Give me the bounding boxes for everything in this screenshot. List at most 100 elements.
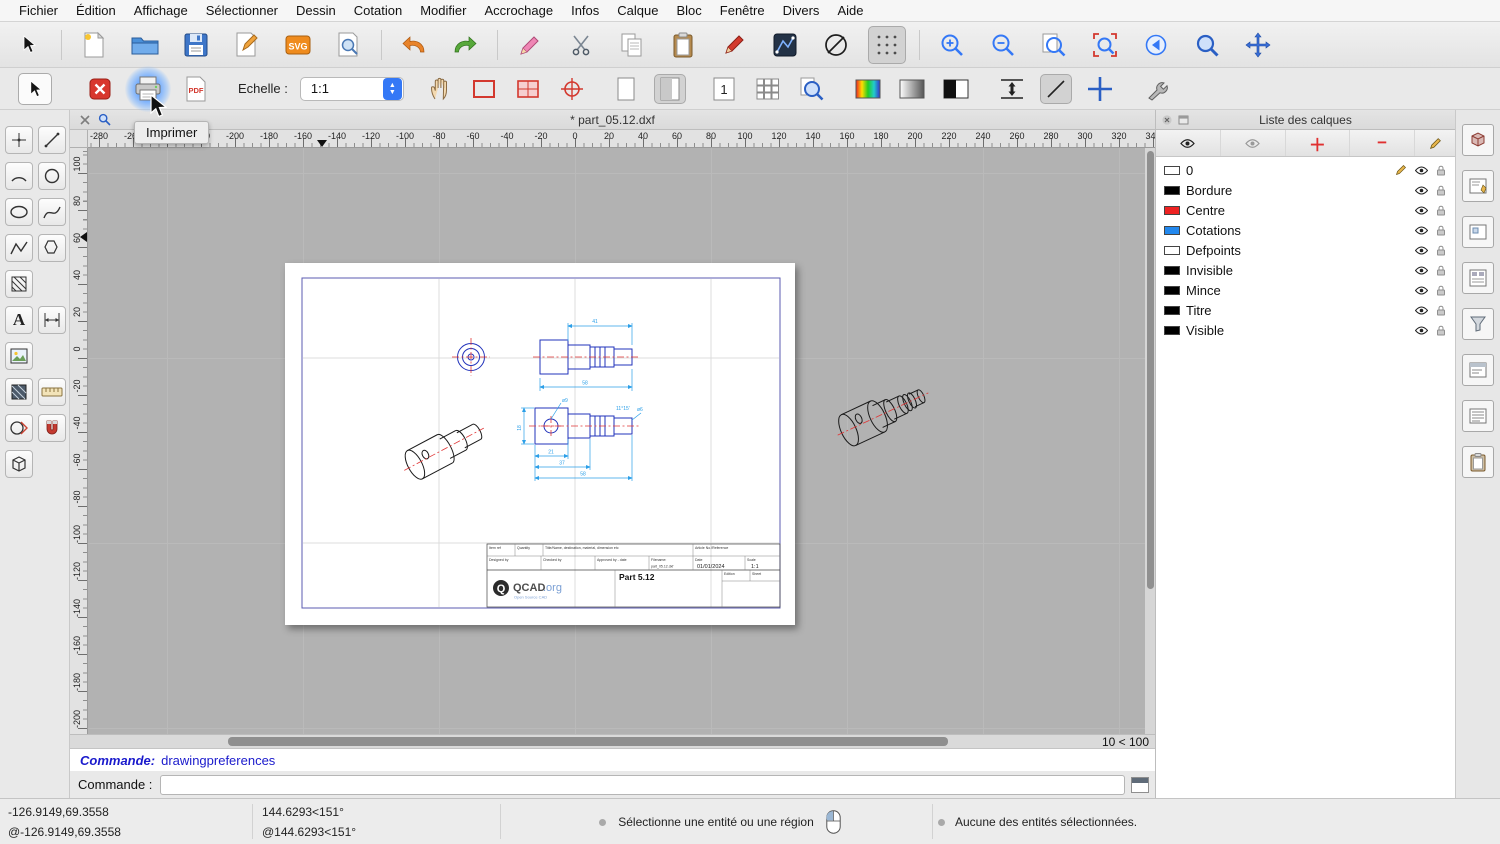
layer-lock-icon[interactable] xyxy=(1431,165,1451,176)
menu-selectionner[interactable]: Sélectionner xyxy=(197,3,287,18)
isometric-part-view[interactable] xyxy=(833,366,943,458)
layer-visibility-icon[interactable] xyxy=(1411,186,1431,195)
select-tool-button[interactable] xyxy=(10,26,48,64)
previous-view-button[interactable] xyxy=(1137,26,1175,64)
pan-button[interactable] xyxy=(1239,26,1277,64)
menu-edition[interactable]: Édition xyxy=(67,3,125,18)
polyline-tool-button[interactable] xyxy=(5,234,33,262)
layer-row-7[interactable]: Titre xyxy=(1156,300,1455,320)
layer-edit-icon[interactable] xyxy=(1391,164,1411,176)
grayscale-button[interactable] xyxy=(896,74,928,104)
cut-button[interactable] xyxy=(562,26,600,64)
layer-row-4[interactable]: Defpoints xyxy=(1156,240,1455,260)
layer-visibility-icon[interactable] xyxy=(1411,166,1431,175)
zoom-to-page-button[interactable] xyxy=(796,74,828,104)
paste-button[interactable] xyxy=(664,26,702,64)
tab-close-icon[interactable] xyxy=(80,114,90,125)
auto-fit-button[interactable] xyxy=(996,74,1028,104)
dimension-tool-button[interactable] xyxy=(38,306,66,334)
window-zoom-button[interactable] xyxy=(1188,26,1226,64)
move-paper-button[interactable] xyxy=(424,74,456,104)
layer-row-8[interactable]: Visible xyxy=(1156,320,1455,340)
undo-button[interactable] xyxy=(395,26,433,64)
copy-button[interactable] xyxy=(613,26,651,64)
text-tool-button[interactable]: A xyxy=(5,306,33,334)
circle-tool-button[interactable] xyxy=(38,162,66,190)
layer-lock-icon[interactable] xyxy=(1431,185,1451,196)
line-tool-button[interactable] xyxy=(38,126,66,154)
modify-tool-button[interactable] xyxy=(5,414,33,442)
dock-command-line-button[interactable] xyxy=(1462,354,1494,386)
origin-marker-button[interactable] xyxy=(1084,74,1116,104)
dock-library-browser-button[interactable] xyxy=(1462,262,1494,294)
redo-button[interactable] xyxy=(446,26,484,64)
lineweight-button[interactable] xyxy=(1039,73,1072,104)
dock-property-editor-button[interactable] xyxy=(1462,124,1494,156)
layer-visibility-icon[interactable] xyxy=(1411,246,1431,255)
layer-visibility-icon[interactable] xyxy=(1411,286,1431,295)
shaded-page-button[interactable] xyxy=(653,73,686,104)
vertical-scroll-thumb[interactable] xyxy=(1146,151,1154,589)
layer-visibility-icon[interactable] xyxy=(1411,226,1431,235)
menu-fichier[interactable]: Fichier xyxy=(10,3,67,18)
new-file-button[interactable] xyxy=(75,26,113,64)
layer-visibility-icon[interactable] xyxy=(1411,266,1431,275)
preferences-button[interactable] xyxy=(1142,74,1174,104)
menu-dessin[interactable]: Dessin xyxy=(287,3,345,18)
vertical-scrollbar[interactable] xyxy=(1145,148,1155,734)
layer-visibility-icon[interactable] xyxy=(1411,326,1431,335)
measure-tool-button[interactable] xyxy=(38,378,66,406)
snap-grid-button[interactable] xyxy=(868,25,906,64)
menu-calque[interactable]: Calque xyxy=(608,3,667,18)
layer-lock-icon[interactable] xyxy=(1431,265,1451,276)
layer-color-swatch[interactable] xyxy=(1164,265,1180,275)
layer-lock-icon[interactable] xyxy=(1431,205,1451,216)
hatch-tool-button[interactable] xyxy=(5,270,33,298)
single-page-button[interactable]: 1 xyxy=(708,74,740,104)
layer-color-swatch[interactable] xyxy=(1164,225,1180,235)
layer-lock-icon[interactable] xyxy=(1431,305,1451,316)
layer-lock-icon[interactable] xyxy=(1431,245,1451,256)
layer-color-swatch[interactable] xyxy=(1164,165,1180,175)
edit-document-button[interactable] xyxy=(228,26,266,64)
origin-button[interactable] xyxy=(556,74,588,104)
layer-row-0[interactable]: 0 xyxy=(1156,160,1455,180)
layer-row-3[interactable]: Cotations xyxy=(1156,220,1455,240)
edit-layer-button[interactable] xyxy=(1415,130,1455,156)
open-file-button[interactable] xyxy=(126,26,164,64)
menu-accrochage[interactable]: Accrochage xyxy=(475,3,562,18)
blackwhite-button[interactable] xyxy=(940,74,972,104)
image-tool-button[interactable] xyxy=(5,342,33,370)
point-tool-button[interactable] xyxy=(5,126,33,154)
tab-magnifier-icon[interactable] xyxy=(98,113,111,126)
arc-tool-button[interactable] xyxy=(5,162,33,190)
zoom-out-button[interactable] xyxy=(984,26,1022,64)
layer-color-swatch[interactable] xyxy=(1164,205,1180,215)
layer-lock-icon[interactable] xyxy=(1431,285,1451,296)
show-all-layers-button[interactable] xyxy=(1156,130,1221,156)
edit-pencil-button[interactable] xyxy=(511,26,549,64)
shape-tool-button[interactable] xyxy=(38,234,66,262)
layer-visibility-icon[interactable] xyxy=(1411,306,1431,315)
auto-zoom-button[interactable] xyxy=(1035,26,1073,64)
document-tabbar[interactable]: * part_05.12.dxf xyxy=(70,110,1155,130)
restriction-off-button[interactable] xyxy=(817,26,855,64)
dock-block-list-button[interactable] xyxy=(1462,216,1494,248)
zoom-selection-button[interactable] xyxy=(1086,26,1124,64)
menu-aide[interactable]: Aide xyxy=(828,3,872,18)
layer-color-swatch[interactable] xyxy=(1164,325,1180,335)
svg-export-button[interactable]: SVG xyxy=(279,26,317,64)
dock-clipboard-button[interactable] xyxy=(1462,446,1494,478)
drawing-canvas[interactable]: 41 58 18 21 37 58 ø9 11°15' ø6 Item ref … xyxy=(88,148,1145,734)
layer-color-swatch[interactable] xyxy=(1164,185,1180,195)
page-borders-button[interactable] xyxy=(468,74,500,104)
layer-row-5[interactable]: Invisible xyxy=(1156,260,1455,280)
add-layer-button[interactable]: ＋ xyxy=(1286,130,1351,156)
hide-all-layers-button[interactable] xyxy=(1221,130,1286,156)
menu-infos[interactable]: Infos xyxy=(562,3,608,18)
layer-row-1[interactable]: Bordure xyxy=(1156,180,1455,200)
selection-pointer-button[interactable] xyxy=(18,73,52,105)
layer-color-swatch[interactable] xyxy=(1164,305,1180,315)
solid-tool-button[interactable] xyxy=(5,450,33,478)
zoom-in-button[interactable] xyxy=(933,26,971,64)
